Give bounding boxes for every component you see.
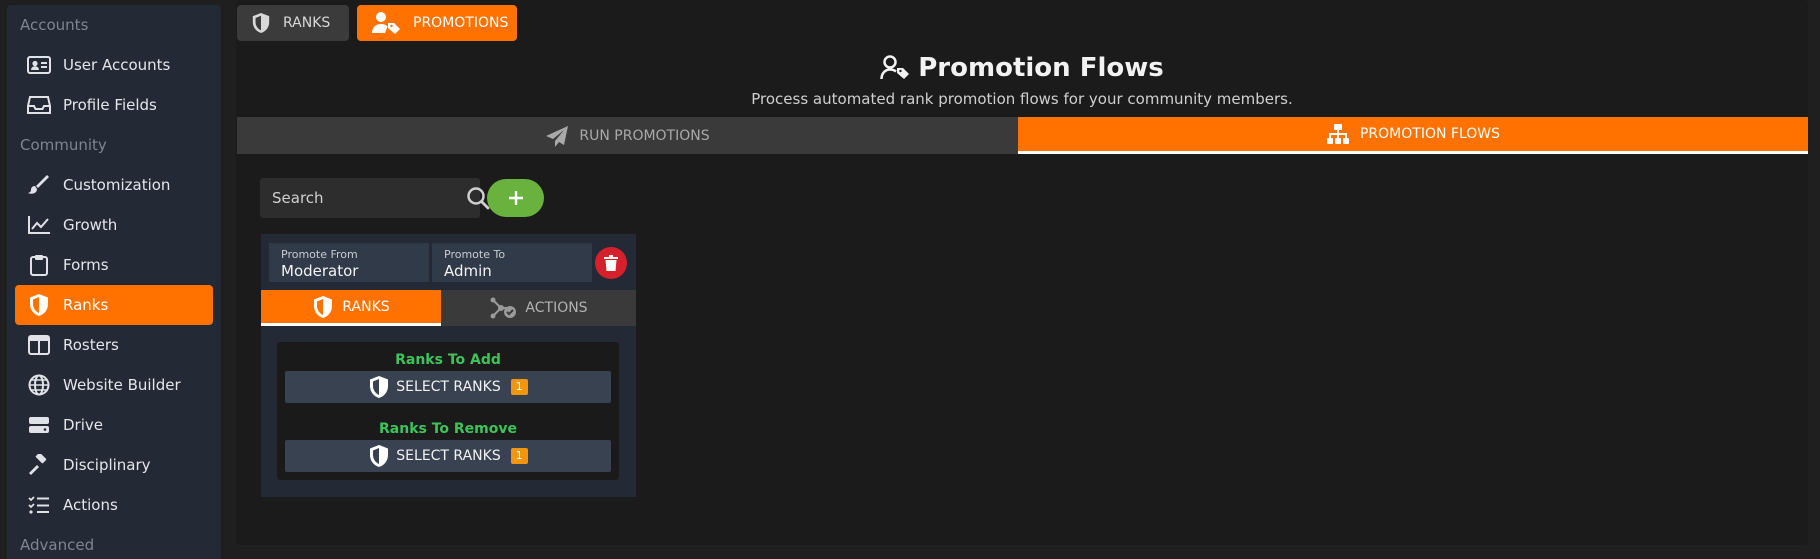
shield-icon [368, 444, 390, 468]
id-card-icon [15, 55, 63, 75]
select-ranks-to-remove-button[interactable]: SELECT RANKS 1 [285, 440, 611, 472]
card-tab-ranks[interactable]: RANKS [261, 290, 441, 326]
search-input[interactable] [260, 178, 466, 218]
tab-promotions[interactable]: PROMOTIONS [357, 5, 517, 41]
tab-label: RANKS [342, 298, 390, 315]
tab-label: RANKS [283, 15, 331, 31]
shield-icon [251, 12, 271, 34]
tab-label: ACTIONS [525, 300, 588, 316]
plus-icon [508, 190, 524, 206]
ranks-to-remove-label: Ranks To Remove [379, 421, 517, 437]
sidebar-item-label: Rosters [63, 336, 119, 354]
select-ranks-to-add-button[interactable]: SELECT RANKS 1 [285, 371, 611, 403]
promote-to-field[interactable]: Promote To Admin [432, 243, 592, 282]
add-flow-button[interactable] [487, 179, 544, 217]
sidebar-item-label: Disciplinary [63, 456, 151, 474]
sidebar-section-advanced: Advanced [20, 536, 95, 554]
sidebar-item-label: Ranks [63, 296, 109, 314]
checklist-icon [15, 495, 63, 515]
shield-icon [15, 293, 63, 317]
sidebar-item-label: Website Builder [63, 376, 181, 394]
sidebar-item-label: Customization [63, 176, 171, 194]
page-title: Promotion Flows [236, 53, 1808, 83]
tab-label: RUN PROMOTIONS [579, 127, 710, 144]
hard-drive-icon [15, 415, 63, 435]
promotion-flow-card: Promote From Moderator Promote To Admin … [261, 234, 636, 497]
ranks-panel: Ranks To Add SELECT RANKS 1 Ranks To Rem… [277, 342, 619, 480]
sidebar-item-rosters[interactable]: Rosters [15, 325, 213, 365]
clipboard-icon [15, 254, 63, 276]
promote-from-label: Promote From [281, 248, 358, 261]
select-ranks-label: SELECT RANKS [396, 379, 501, 395]
paintbrush-icon [15, 174, 63, 196]
sidebar-item-drive[interactable]: Drive [15, 405, 213, 445]
tab-label: PROMOTION FLOWS [1359, 126, 1500, 142]
sitemap-icon [1326, 123, 1350, 145]
sidebar-item-user-accounts[interactable]: User Accounts [15, 45, 213, 85]
promote-to-value: Admin [444, 262, 492, 280]
line-chart-icon [15, 215, 63, 235]
gavel-icon [15, 454, 63, 476]
delete-flow-button[interactable] [595, 247, 627, 279]
sidebar-item-customization[interactable]: Customization [15, 165, 213, 205]
count-badge: 1 [510, 379, 528, 395]
user-tag-icon [880, 55, 910, 81]
trash-icon [604, 255, 618, 271]
sidebar-item-actions[interactable]: Actions [15, 485, 213, 525]
promote-to-label: Promote To [444, 248, 506, 261]
search-box [260, 178, 490, 218]
columns-icon [15, 335, 63, 355]
sidebar-item-label: Profile Fields [63, 96, 157, 114]
sidebar-item-label: Forms [63, 256, 109, 274]
ranks-to-add-label: Ranks To Add [395, 352, 501, 368]
sidebar-item-label: Actions [63, 496, 118, 514]
page-title-text: Promotion Flows [918, 53, 1164, 83]
paper-plane-icon [545, 125, 569, 147]
tab-run-promotions[interactable]: RUN PROMOTIONS [237, 117, 1018, 154]
promote-from-field[interactable]: Promote From Moderator [269, 243, 429, 282]
sidebar: Accounts User Accounts Profile Fields Co… [7, 5, 221, 559]
sidebar-item-ranks[interactable]: Ranks [15, 285, 213, 325]
tab-ranks[interactable]: RANKS [237, 5, 349, 41]
sidebar-section-community: Community [20, 136, 107, 154]
page-subtitle: Process automated rank promotion flows f… [751, 90, 1293, 108]
sidebar-item-label: User Accounts [63, 56, 171, 74]
sidebar-item-label: Growth [63, 216, 118, 234]
sidebar-section-accounts: Accounts [20, 16, 89, 34]
select-ranks-label: SELECT RANKS [396, 448, 501, 464]
sidebar-item-profile-fields[interactable]: Profile Fields [15, 85, 213, 125]
sidebar-item-forms[interactable]: Forms [15, 245, 213, 285]
inbox-tray-icon [15, 95, 63, 115]
shield-icon [312, 295, 334, 319]
sidebar-item-disciplinary[interactable]: Disciplinary [15, 445, 213, 485]
tab-label: PROMOTIONS [413, 15, 509, 31]
sidebar-item-website-builder[interactable]: Website Builder [15, 365, 213, 405]
card-tab-actions[interactable]: ACTIONS [441, 290, 636, 326]
count-badge: 1 [510, 448, 528, 464]
action-nodes-icon [489, 296, 517, 320]
sidebar-item-growth[interactable]: Growth [15, 205, 213, 245]
tab-promotion-flows[interactable]: PROMOTION FLOWS [1018, 117, 1808, 154]
promote-from-value: Moderator [281, 262, 359, 280]
user-tag-icon [371, 11, 401, 35]
globe-icon [15, 374, 63, 396]
shield-icon [368, 375, 390, 399]
sidebar-item-label: Drive [63, 416, 103, 434]
